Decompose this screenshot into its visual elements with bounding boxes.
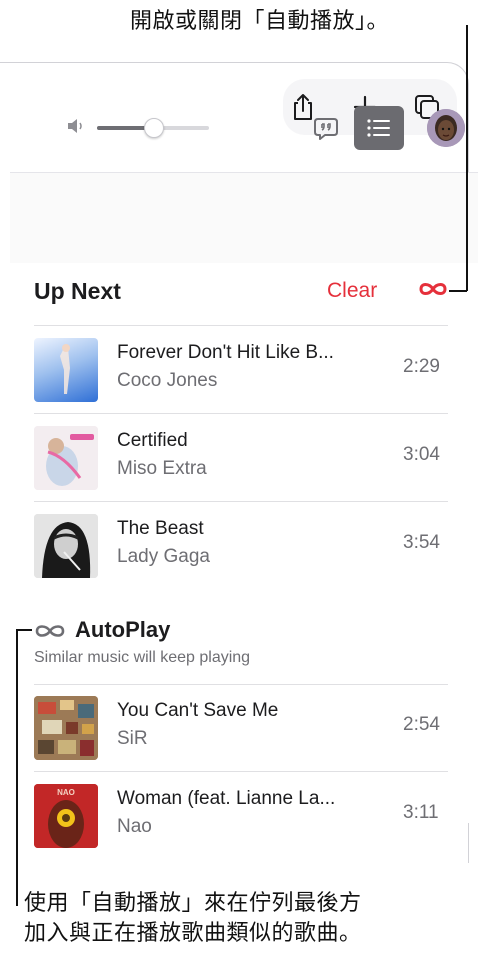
callout-line-top-horizontal (449, 290, 467, 292)
track-title: You Can't Save Me (117, 700, 279, 721)
track-artist: SiR (117, 728, 148, 749)
volume-slider-knob[interactable] (144, 118, 164, 138)
track-duration: 3:54 (403, 532, 440, 553)
callout-line-2: 加入與正在播放歌曲類似的歌曲。 (24, 920, 362, 945)
track-artist: Lady Gaga (117, 546, 210, 567)
volume-slider[interactable] (97, 118, 209, 138)
avatar[interactable] (427, 109, 465, 147)
divider (34, 413, 448, 414)
lyrics-icon (314, 118, 338, 140)
up-next-title: Up Next (34, 278, 121, 304)
album-art (34, 426, 98, 490)
queue-track-row[interactable]: Certified Miso Extra 3:04 (0, 418, 478, 498)
volume-icon (68, 119, 82, 133)
callout-line-bottom-horizontal (16, 629, 32, 631)
callout-line-bottom-vertical (16, 629, 18, 906)
album-art (34, 696, 98, 760)
track-artist: Coco Jones (117, 370, 218, 391)
track-artist: Miso Extra (117, 458, 207, 479)
track-duration: 3:04 (403, 444, 440, 465)
lyrics-button[interactable] (310, 113, 342, 145)
track-title: Certified (117, 430, 188, 451)
callout-autoplay-description: 使用「自動播放」來在佇列最後方 加入與正在播放歌曲類似的歌曲。 (24, 888, 362, 948)
callout-line-1: 使用「自動播放」來在佇列最後方 (24, 890, 362, 915)
track-artist: Nao (117, 816, 152, 837)
queue-track-row[interactable]: Forever Don't Hit Like B... Coco Jones 2… (0, 330, 478, 410)
callout-autoplay-toggle: 開啟或關閉「自動播放」。 (130, 8, 390, 33)
album-art (34, 338, 98, 402)
divider (34, 325, 448, 326)
list-icon (367, 119, 390, 137)
track-title: Woman (feat. Lianne La... (117, 788, 336, 809)
autoplay-title: AutoPlay (75, 617, 171, 642)
autoplay-icon (35, 625, 65, 637)
album-art: NAO (34, 784, 98, 848)
track-title: Forever Don't Hit Like B... (117, 342, 334, 363)
album-art (34, 514, 98, 578)
queue-track-row[interactable]: The Beast Lady Gaga 3:54 (0, 506, 478, 586)
divider (34, 501, 448, 502)
up-next-queue-button[interactable] (354, 106, 404, 150)
divider (34, 684, 448, 685)
autoplay-track-row[interactable]: You Can't Save Me SiR 2:54 (0, 688, 478, 768)
callout-line-top-vertical (466, 25, 468, 291)
track-duration: 2:54 (403, 714, 440, 735)
autoplay-subtitle: Similar music will keep playing (34, 649, 251, 666)
divider (34, 771, 448, 772)
clear-queue-button[interactable]: Clear (327, 279, 377, 303)
autoplay-toggle-icon[interactable] (418, 277, 448, 301)
track-duration: 3:11 (403, 802, 439, 823)
memoji-avatar-icon (427, 109, 465, 147)
track-title: The Beast (117, 518, 204, 539)
track-duration: 2:29 (403, 356, 440, 377)
svg-text:NAO: NAO (57, 788, 75, 797)
autoplay-track-row[interactable]: NAO Woman (feat. Lianne La... Nao 3:11 (0, 776, 478, 856)
